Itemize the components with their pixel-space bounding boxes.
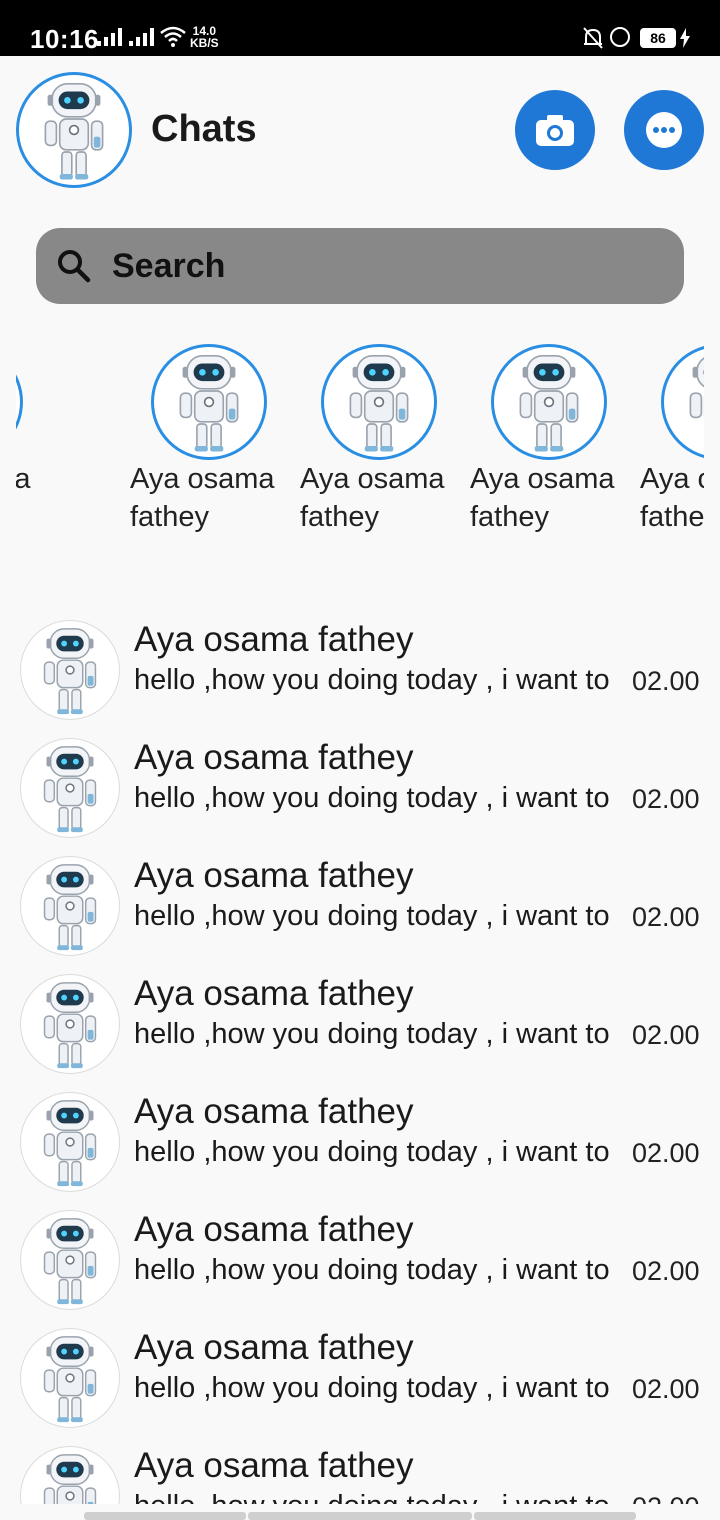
bell-muted-icon	[583, 27, 603, 49]
net-speed: 14.0 KB/S	[190, 25, 219, 49]
robot-avatar-image	[16, 347, 20, 457]
robot-avatar-image	[21, 621, 119, 719]
story-avatar[interactable]	[661, 344, 704, 460]
robot-avatar-image	[21, 1329, 119, 1427]
chat-last-message: hello ,how you doing today , i want to	[134, 1490, 610, 1504]
chat-row[interactable]: Aya osama fathey hello ,how you doing to…	[0, 1438, 720, 1504]
chat-row[interactable]: Aya osama fathey hello ,how you doing to…	[0, 612, 720, 730]
search-icon	[58, 250, 91, 283]
robot-avatar-image	[21, 975, 119, 1073]
chat-row[interactable]: Aya osama fathey hello ,how you doing to…	[0, 966, 720, 1084]
status-bar: 10:16 14.0 KB/S 86	[0, 0, 720, 56]
robot-avatar-image	[154, 347, 264, 457]
chat-list[interactable]: Aya osama fathey hello ,how you doing to…	[0, 612, 720, 1504]
net-speed-unit: KB/S	[190, 36, 219, 50]
chat-last-message: hello ,how you doing today , i want to	[134, 1018, 610, 1050]
robot-avatar-image	[664, 347, 704, 457]
chat-name: Aya osama fathey	[134, 1446, 414, 1485]
chat-last-message: hello ,how you doing today , i want to	[134, 782, 610, 814]
chat-last-message: hello ,how you doing today , i want to	[134, 1372, 610, 1404]
chat-row[interactable]: Aya osama fathey hello ,how you doing to…	[0, 730, 720, 848]
robot-avatar-image	[21, 857, 119, 955]
story-name: Aya osama fathey	[300, 463, 445, 533]
chat-last-message: hello ,how you doing today , i want to	[134, 1254, 610, 1286]
chat-avatar	[20, 738, 120, 838]
wifi-icon	[160, 26, 186, 47]
camera-button[interactable]	[515, 90, 595, 170]
bottom-bar-segment	[84, 1512, 246, 1520]
chat-avatar	[20, 620, 120, 720]
chat-name: Aya osama fathey	[134, 1328, 414, 1367]
story-name: Aya osama fathey	[130, 463, 275, 533]
signal-icon	[129, 28, 154, 46]
search-bar[interactable]: Search	[36, 228, 684, 304]
robot-avatar-image	[494, 347, 604, 457]
chat-time: 02.00	[632, 1138, 700, 1168]
story-name: Aya osama fathey	[640, 463, 704, 533]
robot-avatar-image	[324, 347, 434, 457]
chat-last-message: hello ,how you doing today , i want to	[134, 900, 610, 932]
story-avatar[interactable]	[16, 344, 23, 460]
chat-time: 02.00	[632, 784, 700, 814]
chat-name: Aya osama fathey	[134, 1092, 414, 1131]
chat-last-message: hello ,how you doing today , i want to	[134, 664, 610, 696]
bottom-bar-segment	[474, 1512, 636, 1520]
chat-avatar	[20, 1328, 120, 1428]
chat-name: Aya osama fathey	[134, 856, 414, 895]
camera-icon	[536, 115, 574, 146]
chat-row[interactable]: Aya osama fathey hello ,how you doing to…	[0, 848, 720, 966]
chat-avatar	[20, 856, 120, 956]
chat-time: 02.00	[632, 1374, 700, 1404]
story-avatar[interactable]	[151, 344, 267, 460]
chat-last-message: hello ,how you doing today , i want to	[134, 1136, 610, 1168]
chat-time: 02.00	[632, 1020, 700, 1050]
robot-avatar-image	[19, 75, 129, 185]
chat-name: Aya osama fathey	[134, 620, 414, 659]
chat-avatar	[20, 1092, 120, 1192]
rotation-lock-icon	[610, 27, 630, 47]
story-name: Aya osama fathey	[16, 463, 31, 495]
chat-time: 02.00	[632, 666, 700, 696]
robot-avatar-image	[21, 1211, 119, 1309]
robot-avatar-image	[21, 1447, 119, 1504]
chat-avatar	[20, 1446, 120, 1504]
chat-row[interactable]: Aya osama fathey hello ,how you doing to…	[0, 1084, 720, 1202]
charging-icon	[680, 28, 690, 48]
story-avatar[interactable]	[491, 344, 607, 460]
signal-icon	[97, 28, 122, 46]
more-horizontal-icon	[646, 112, 682, 148]
chat-time: 02.00	[632, 1256, 700, 1286]
stories-row[interactable]: Aya osama fathey Aya osama fathey Aya os…	[16, 340, 704, 550]
chat-name: Aya osama fathey	[134, 738, 414, 777]
page-title: Chats	[151, 108, 257, 150]
status-time: 10:16	[30, 24, 99, 54]
chat-name: Aya osama fathey	[134, 974, 414, 1013]
chat-row[interactable]: Aya osama fathey hello ,how you doing to…	[0, 1202, 720, 1320]
chat-time: 02.00	[632, 1492, 700, 1504]
chat-row[interactable]: Aya osama fathey hello ,how you doing to…	[0, 1320, 720, 1438]
chat-avatar	[20, 974, 120, 1074]
robot-avatar-image	[21, 1093, 119, 1191]
robot-avatar-image	[21, 739, 119, 837]
profile-avatar[interactable]	[16, 72, 132, 188]
search-label: Search	[112, 246, 226, 285]
bottom-bar-segment	[248, 1512, 472, 1520]
chat-name: Aya osama fathey	[134, 1210, 414, 1249]
story-name: Aya osama fathey	[470, 463, 615, 533]
story-avatar[interactable]	[321, 344, 437, 460]
chat-avatar	[20, 1210, 120, 1310]
more-options-button[interactable]	[624, 90, 704, 170]
chat-time: 02.00	[632, 902, 700, 932]
battery-icon: 86	[640, 28, 676, 48]
